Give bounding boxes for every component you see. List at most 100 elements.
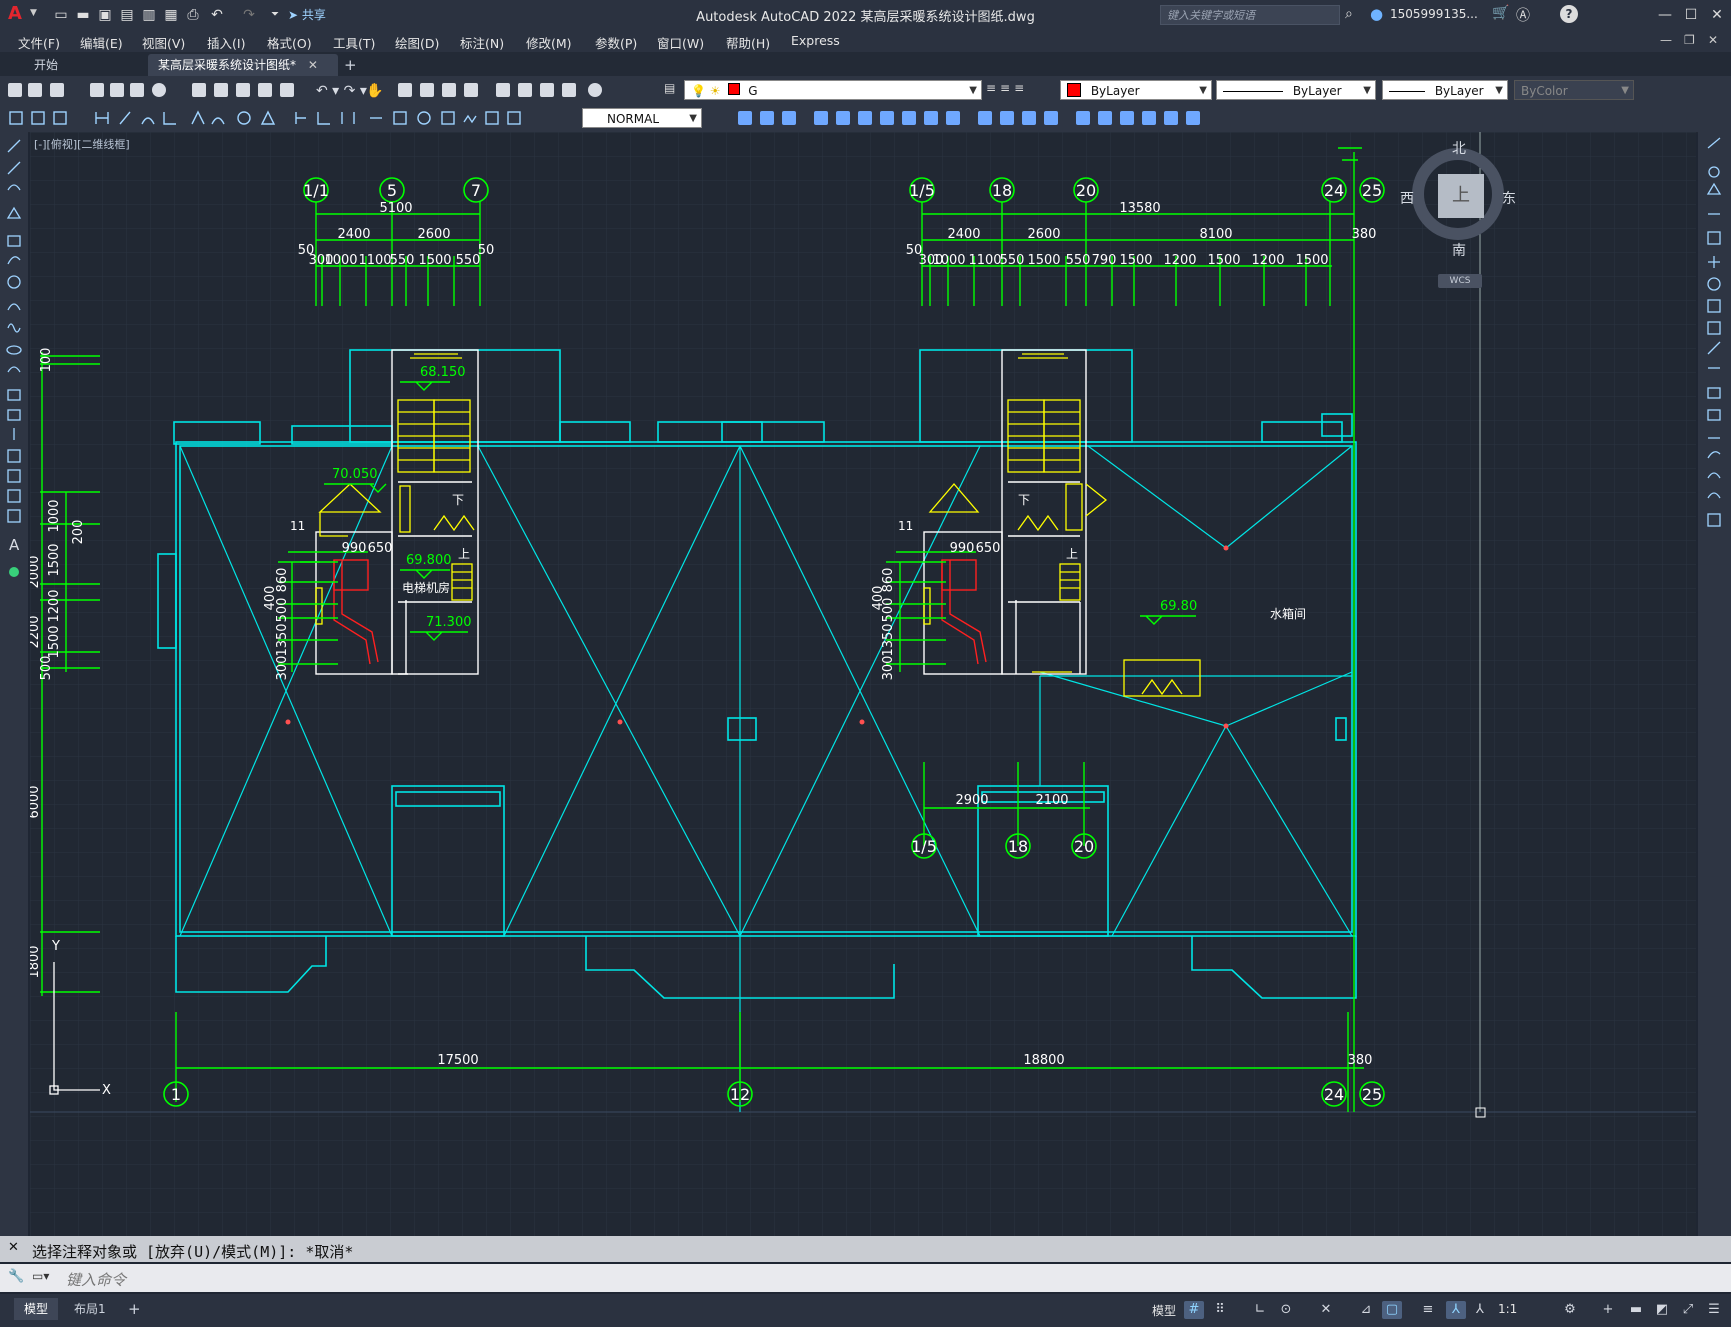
close-drawing-icon[interactable]: ✕	[1708, 33, 1718, 47]
tab-start[interactable]: 开始	[24, 54, 68, 76]
polar-icon[interactable]: ⊙	[1276, 1301, 1296, 1319]
dim-text: 380	[1352, 227, 1377, 242]
menu-insert[interactable]: 插入(I)	[207, 33, 245, 52]
menu-tools[interactable]: 工具(T)	[333, 33, 375, 52]
menu-draw[interactable]: 绘图(D)	[395, 33, 439, 52]
gear-icon[interactable]: ⚙	[1560, 1301, 1580, 1319]
snap-icon[interactable]: ⠿	[1210, 1301, 1230, 1319]
ortho-icon[interactable]: ∟	[1250, 1301, 1270, 1319]
customize-status-icon[interactable]: ☰	[1704, 1301, 1724, 1319]
elevation-text: 69.80	[1160, 599, 1197, 614]
new-tab-button[interactable]: +	[334, 54, 367, 76]
dim-text: 550	[1066, 253, 1091, 268]
hardware-accel-icon[interactable]: ◩	[1652, 1301, 1672, 1319]
user-icon[interactable]: ●	[1370, 5, 1383, 23]
cart-icon[interactable]: 🛒	[1492, 5, 1509, 21]
dim-text: 1200	[1163, 253, 1196, 268]
draw-toolbar: A	[0, 132, 28, 1236]
chevron-down-icon: ▼	[969, 85, 977, 96]
modify-toolbar	[1698, 132, 1731, 1236]
annotation-scale[interactable]: 1:1	[1498, 1302, 1517, 1316]
user-name[interactable]: 1505999135...	[1390, 7, 1478, 21]
command-input[interactable]: 键入命令	[66, 1269, 126, 1290]
compass-east[interactable]: 东	[1502, 188, 1516, 208]
svg-text:↶ ▾ ↷ ▾: ↶ ▾ ↷ ▾	[316, 83, 367, 99]
dimstyle-dropdown[interactable]: NORMAL ▼	[582, 108, 702, 128]
restore-window-icon[interactable]: ❐	[1684, 33, 1695, 47]
menu-format[interactable]: 格式(O)	[267, 33, 312, 52]
menu-help[interactable]: 帮助(H)	[726, 33, 770, 52]
modify-side-icons[interactable]	[1698, 132, 1731, 552]
search-icon[interactable]: ⌕	[1345, 6, 1353, 22]
menu-dimension[interactable]: 标注(N)	[460, 33, 504, 52]
close-tab-icon[interactable]: ✕	[308, 58, 318, 72]
wrench-icon[interactable]: 🔧	[8, 1269, 24, 1284]
viewcube-top-face[interactable]: 上	[1438, 174, 1484, 218]
add-layout-button[interactable]: +	[118, 1298, 151, 1320]
dim-text: 6000	[30, 785, 42, 818]
drawing-svg[interactable]: 1/1 5 7 1/5 18 20 24 25 1 12 24 25 1/5 1…	[30, 132, 1696, 1236]
stair-down-label: 下	[452, 493, 464, 507]
layer-properties-icon[interactable]: ▤	[664, 81, 675, 95]
plus-icon[interactable]: +	[1598, 1301, 1618, 1319]
close-command-icon[interactable]: ✕	[8, 1240, 19, 1255]
stair-down-label: 下	[1018, 493, 1030, 507]
grid-icon[interactable]: #	[1184, 1301, 1204, 1319]
help-icon[interactable]: ?	[1560, 5, 1578, 23]
color-dropdown[interactable]: ByLayer ▼	[1060, 80, 1212, 100]
wcs-menu[interactable]: WCS	[1438, 274, 1482, 288]
command-input-bar[interactable]: 🔧 ▭▾ 键入命令	[0, 1264, 1731, 1292]
menu-express[interactable]: Express	[791, 33, 840, 48]
menu-window[interactable]: 窗口(W)	[657, 33, 704, 52]
lineweight-value: ByLayer	[1434, 84, 1484, 98]
plotstyle-dropdown[interactable]: ByColor ▼	[1514, 80, 1634, 100]
menu-view[interactable]: 视图(V)	[142, 33, 185, 52]
osnap-tracking-icon[interactable]: ✕	[1316, 1301, 1336, 1319]
close-button[interactable]: ✕	[1706, 4, 1728, 26]
dimension-toolbar-icons[interactable]	[6, 108, 574, 128]
object-snap-icon[interactable]: ▢	[1382, 1301, 1402, 1319]
isolate-objects-icon[interactable]: ▬	[1626, 1301, 1646, 1319]
compass-north[interactable]: 北	[1452, 138, 1466, 158]
tab-drawing[interactable]: 某高层采暖系统设计图纸* ✕	[148, 54, 338, 76]
model-space-button[interactable]: 模型	[1152, 1302, 1176, 1319]
auto-scale-icon[interactable]: ⅄	[1470, 1301, 1490, 1319]
elevation-text: 71.300	[426, 615, 472, 630]
tab-model[interactable]: 模型	[14, 1298, 59, 1320]
maximize-button[interactable]: ☐	[1680, 4, 1702, 26]
linetype-dropdown[interactable]: ByLayer ▼	[1216, 80, 1376, 100]
autodesk-app-icon[interactable]: Ⓐ	[1516, 5, 1530, 25]
compass-west[interactable]: 西	[1400, 188, 1414, 208]
drawing-canvas[interactable]: 1/1 5 7 1/5 18 20 24 25 1 12 24 25 1/5 1…	[30, 132, 1696, 1236]
menu-parametric[interactable]: 参数(P)	[595, 33, 637, 52]
annotation-visibility-icon[interactable]: ⅄	[1446, 1301, 1466, 1319]
dim-text: 1100	[968, 253, 1001, 268]
standard-toolbar-icons[interactable]: ↶ ▾ ↷ ▾ ✋	[6, 80, 666, 100]
lineweight-dropdown[interactable]: ByLayer ▼	[1382, 80, 1508, 100]
restore-minimize-icon[interactable]: —	[1660, 33, 1672, 47]
axis-label: 24	[1324, 1085, 1344, 1104]
dim-text: 1000	[47, 499, 62, 532]
linetype-value: ByLayer	[1292, 84, 1342, 98]
color-value: ByLayer	[1090, 84, 1140, 98]
dim-text: 500	[881, 598, 896, 623]
clean-screen-icon[interactable]: ⤢	[1678, 1301, 1698, 1319]
minimize-button[interactable]: —	[1654, 4, 1676, 26]
menu-modify[interactable]: 修改(M)	[526, 33, 572, 52]
compass-south[interactable]: 南	[1452, 240, 1466, 260]
tab-layout1[interactable]: 布局1	[64, 1298, 116, 1320]
help-search-input[interactable]: 键入关键字或短语	[1160, 5, 1340, 25]
modify-toolbar-icons[interactable]	[710, 108, 1210, 128]
axis-label: 24	[1324, 181, 1344, 200]
menu-file[interactable]: 文件(F)	[18, 33, 60, 52]
menu-edit[interactable]: 编辑(E)	[80, 33, 123, 52]
viewport-controls[interactable]: [-][俯视][二维线框]	[34, 136, 130, 152]
lineweight-icon[interactable]: ≡	[1418, 1301, 1438, 1319]
command-menu-icon[interactable]: ▭▾	[32, 1269, 49, 1283]
layer-dropdown[interactable]: 💡 ☀ G ▼	[684, 80, 982, 100]
layer-tools-icons[interactable]: ≡≡≡	[986, 81, 1028, 95]
dim-text: 790	[1092, 253, 1117, 268]
isodraft-icon[interactable]: ⊿	[1356, 1301, 1376, 1319]
draw-toolbar-icons[interactable]: A	[0, 132, 28, 592]
viewcube[interactable]: 上 北 南 西 东 WCS	[1398, 136, 1518, 296]
